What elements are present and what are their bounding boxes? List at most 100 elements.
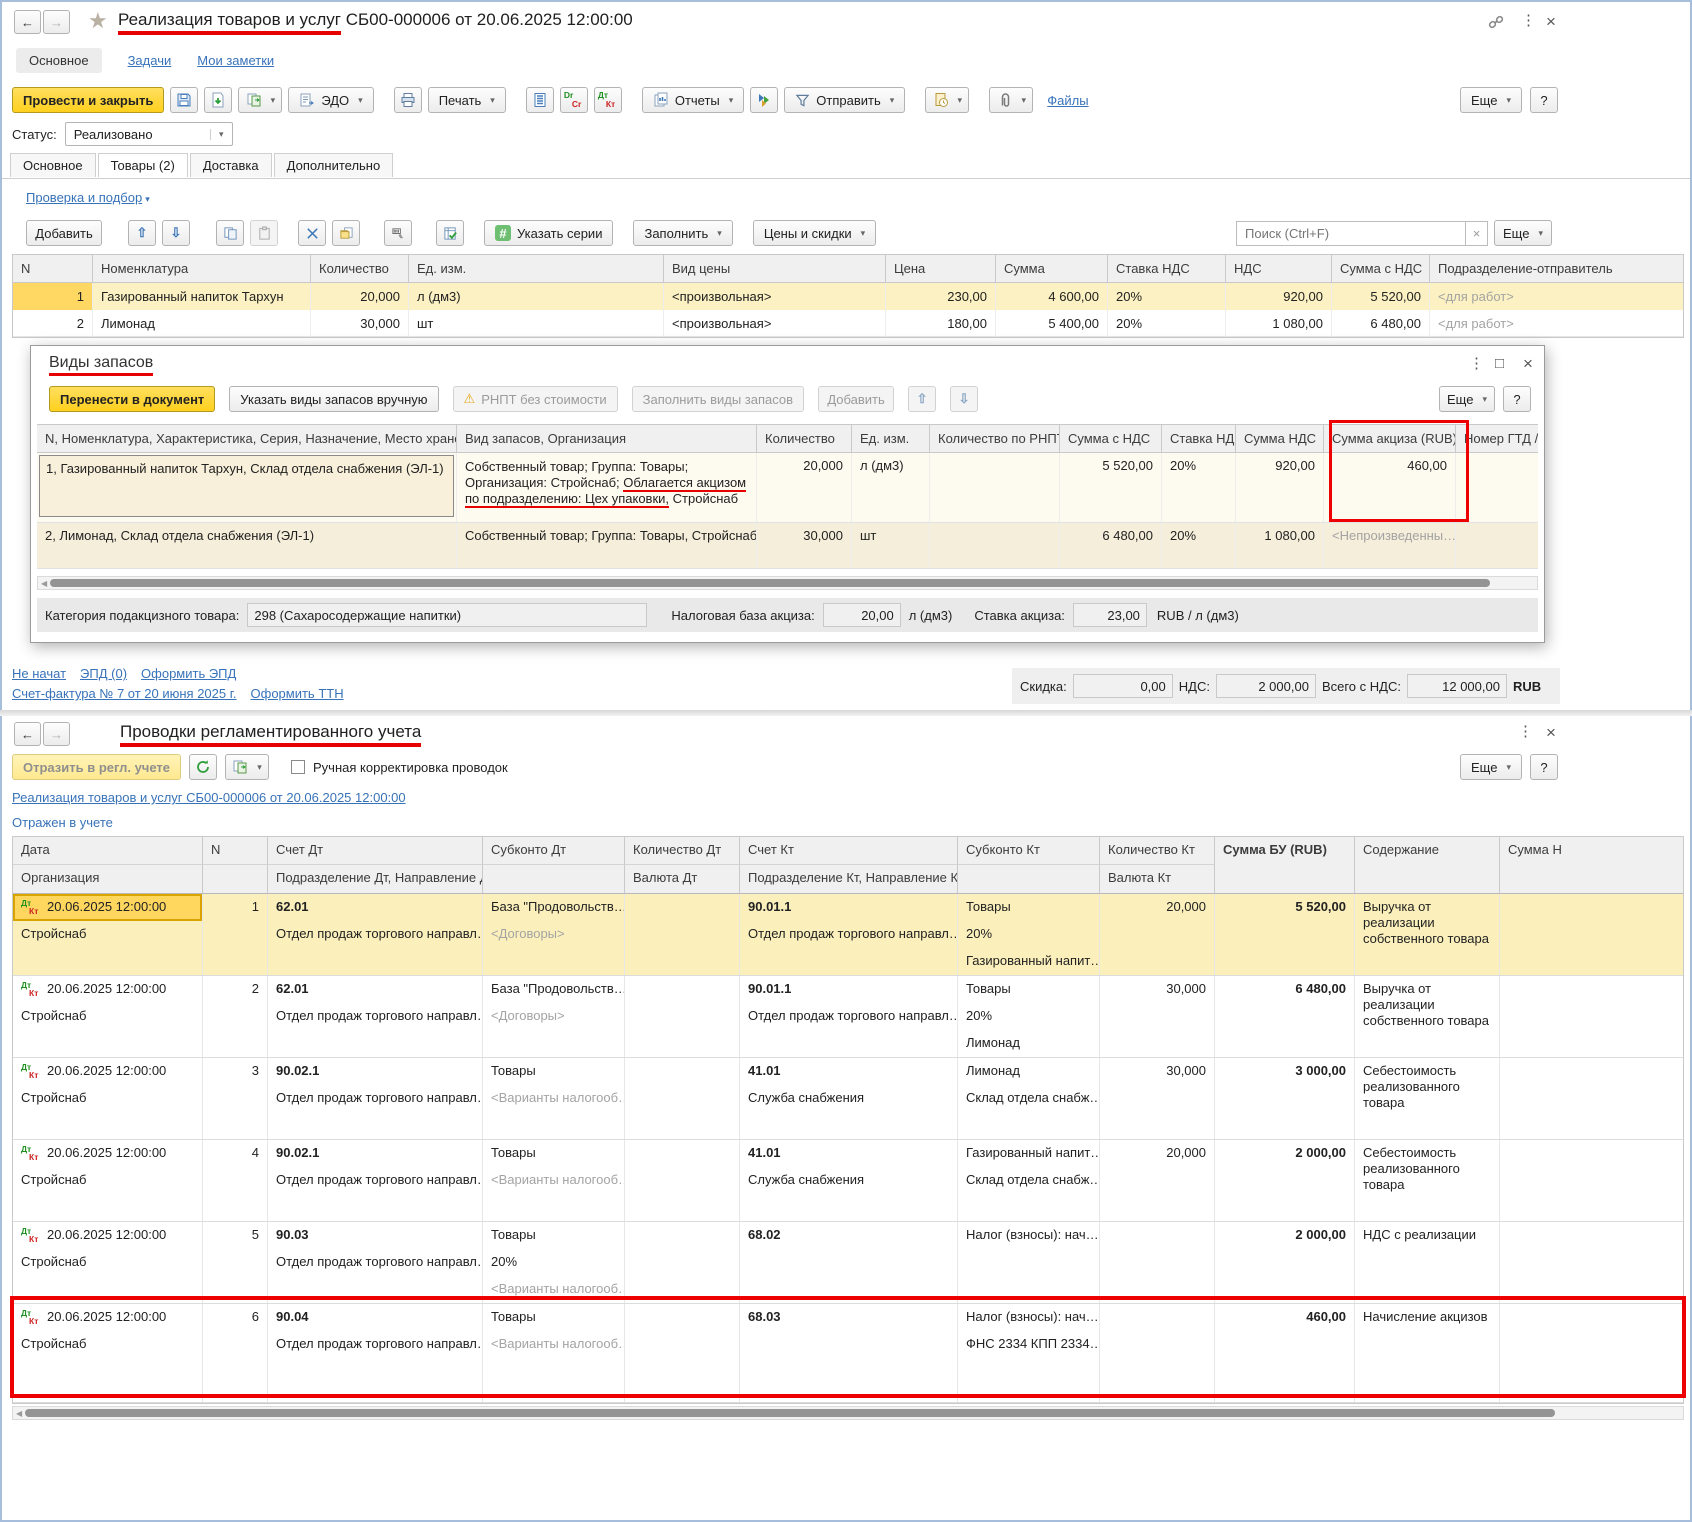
- transfer-to-document-button[interactable]: Перенести в документ: [49, 386, 215, 412]
- source-document-link[interactable]: Реализация товаров и услуг СБ00-000006 о…: [12, 790, 406, 805]
- make-epd-link[interactable]: Оформить ЭПД: [141, 666, 236, 681]
- set-series-button[interactable]: # Указать серии: [484, 220, 613, 246]
- selected-cell[interactable]: 1, Газированный напиток Тархун, Склад от…: [39, 455, 454, 517]
- w2-create-based-on-button[interactable]: ▾: [225, 754, 269, 780]
- paste-icon[interactable]: [250, 220, 278, 246]
- fill-check-icon[interactable]: [436, 220, 464, 246]
- prices-discounts-button[interactable]: Цены и скидки▾: [753, 220, 876, 246]
- nav-tasks[interactable]: Задачи: [128, 53, 172, 68]
- window-close-icon[interactable]: ×: [1546, 13, 1556, 30]
- rnpt-without-cost-button[interactable]: ⚠ РНПТ без стоимости: [453, 386, 618, 412]
- inventory-row-2[interactable]: 2, Лимонад, Склад отдела снабжения (ЭЛ-1…: [37, 523, 1538, 569]
- w2-help-button[interactable]: ?: [1530, 754, 1558, 780]
- add-row-button[interactable]: Добавить: [26, 220, 102, 246]
- drcr-icon[interactable]: DrCr: [560, 87, 588, 113]
- back-button[interactable]: ←: [14, 10, 41, 34]
- search-clear-icon[interactable]: ×: [1466, 221, 1488, 246]
- posting-row[interactable]: ДтКт20.06.2025 12:00:00 6 90.04 Товары 6…: [13, 1304, 1683, 1403]
- dialog-menu-icon[interactable]: ⋮: [1469, 356, 1484, 371]
- manual-adjustment-checkbox[interactable]: [291, 760, 305, 774]
- product-row-1[interactable]: 1 Газированный напиток Тархун 20,000 л (…: [13, 283, 1683, 310]
- copy-row-icon[interactable]: [216, 220, 244, 246]
- vat-total-field[interactable]: 2 000,00: [1216, 674, 1316, 698]
- register-icon[interactable]: [526, 87, 554, 113]
- posting-row[interactable]: ДтКт20.06.2025 12:00:00 5 90.03 Товары 6…: [13, 1222, 1683, 1304]
- files-link[interactable]: Файлы: [1047, 93, 1088, 108]
- w2-back-button[interactable]: ←: [14, 722, 41, 746]
- posting-row[interactable]: ДтКт20.06.2025 12:00:00 4 90.02.1 Товары…: [13, 1140, 1683, 1222]
- attach-button[interactable]: ▾: [989, 87, 1033, 113]
- split-icon[interactable]: [298, 220, 326, 246]
- dialog-maximize-icon[interactable]: □: [1495, 356, 1504, 371]
- col-item: N, Номенклатура, Характеристика, Серия, …: [37, 425, 457, 452]
- dialog-help-button[interactable]: ?: [1503, 386, 1531, 412]
- check-and-pick-link[interactable]: Проверка и подбор: [26, 190, 142, 205]
- dialog-move-down-icon[interactable]: ⇩: [950, 386, 978, 412]
- tab-goods[interactable]: Товары (2): [98, 153, 188, 177]
- w2-menu-icon[interactable]: ⋮: [1518, 724, 1533, 739]
- dialog-add-button[interactable]: Добавить: [818, 386, 894, 412]
- inventory-row-1[interactable]: 1, Газированный напиток Тархун, Склад от…: [37, 453, 1538, 523]
- send-button[interactable]: Отправить▾: [784, 87, 905, 113]
- save-icon[interactable]: [170, 87, 198, 113]
- excise-rate-field[interactable]: 23,00: [1073, 603, 1147, 627]
- nav-main[interactable]: Основное: [16, 48, 102, 73]
- discount-field[interactable]: 0,00: [1073, 674, 1173, 698]
- nav-notes[interactable]: Мои заметки: [197, 53, 274, 68]
- move-up-icon[interactable]: ⇧: [128, 220, 156, 246]
- w2-forward-button[interactable]: →: [43, 722, 70, 746]
- move-down-icon[interactable]: ⇩: [162, 220, 190, 246]
- refresh-icon[interactable]: [189, 754, 217, 780]
- reports-button[interactable]: Отчеты▾: [642, 87, 744, 113]
- fill-inventory-types-button[interactable]: Заполнить виды запасов: [632, 386, 804, 412]
- search-input[interactable]: [1236, 221, 1466, 246]
- tab-delivery[interactable]: Доставка: [190, 153, 272, 177]
- status-combobox[interactable]: Реализовано ▾: [65, 122, 233, 146]
- col-content: Содержание: [1355, 837, 1500, 893]
- help-button-top[interactable]: ?: [1530, 87, 1558, 113]
- product-row-2[interactable]: 2 Лимонад 30,000 шт <произвольная> 180,0…: [13, 310, 1683, 337]
- epd-status-link[interactable]: Не начат: [12, 666, 66, 681]
- dtkt-icon[interactable]: ДтКт: [594, 87, 622, 113]
- post-document-icon[interactable]: [204, 87, 232, 113]
- create-based-on-button[interactable]: ▾: [238, 87, 282, 113]
- reflect-in-accounting-button[interactable]: Отразить в регл. учете: [12, 754, 181, 780]
- dialog-hscrollbar[interactable]: ◀: [37, 576, 1538, 590]
- w2-hscrollbar[interactable]: ◀: [12, 1406, 1684, 1420]
- tab-additional[interactable]: Дополнительно: [274, 153, 394, 177]
- dtkt-icon: ДтКт: [21, 981, 43, 998]
- excise-base-field[interactable]: 20,00: [823, 603, 901, 627]
- group-icon[interactable]: [332, 220, 360, 246]
- exchange-icon[interactable]: [750, 87, 778, 113]
- dialog-close-icon[interactable]: ×: [1523, 355, 1533, 372]
- inventory-type-cell[interactable]: Собственный товар; Группа: Товары; Орган…: [457, 453, 757, 522]
- dialog-move-up-icon[interactable]: ⇧: [908, 386, 936, 412]
- invoice-link[interactable]: Счет-фактура № 7 от 20 июня 2025 г.: [12, 686, 237, 701]
- window-menu-icon[interactable]: ⋮: [1521, 13, 1536, 28]
- barcode-scanner-icon[interactable]: [384, 220, 412, 246]
- schedule-button[interactable]: ▾: [925, 87, 969, 113]
- set-inventory-types-manually-button[interactable]: Указать виды запасов вручную: [229, 386, 438, 412]
- epd-link[interactable]: ЭПД (0): [80, 666, 127, 681]
- w2-close-icon[interactable]: ×: [1546, 724, 1556, 741]
- col-sum-nu: Сумма Н: [1500, 837, 1683, 893]
- posting-row[interactable]: ДтКт20.06.2025 12:00:00 1 62.01 База "Пр…: [13, 894, 1683, 976]
- dialog-more-button[interactable]: Еще▾: [1439, 386, 1495, 412]
- w2-more-button[interactable]: Еще▾: [1460, 754, 1522, 780]
- tab-main[interactable]: Основное: [10, 153, 96, 177]
- excise-category-field[interactable]: 298 (Сахаросодержащие напитки): [247, 603, 647, 627]
- favorite-star-icon[interactable]: ★: [88, 8, 108, 34]
- more-button-top[interactable]: Еще▾: [1460, 87, 1522, 113]
- posting-row[interactable]: ДтКт20.06.2025 12:00:00 2 62.01 База "Пр…: [13, 976, 1683, 1058]
- print-button[interactable]: Печать▾: [428, 87, 506, 113]
- permalink-icon[interactable]: [1488, 14, 1504, 30]
- fill-button[interactable]: Заполнить▾: [633, 220, 732, 246]
- grid-more-button[interactable]: Еще▾: [1494, 220, 1552, 246]
- print-icon[interactable]: [394, 87, 422, 113]
- post-and-close-button[interactable]: Провести и закрыть: [12, 87, 164, 113]
- make-ttn-link[interactable]: Оформить ТТН: [251, 686, 344, 701]
- posting-row[interactable]: ДтКт20.06.2025 12:00:00 3 90.02.1 Товары…: [13, 1058, 1683, 1140]
- forward-button[interactable]: →: [43, 10, 70, 34]
- edo-button[interactable]: ЭДО▾: [288, 87, 373, 113]
- grand-total-field[interactable]: 12 000,00: [1407, 674, 1507, 698]
